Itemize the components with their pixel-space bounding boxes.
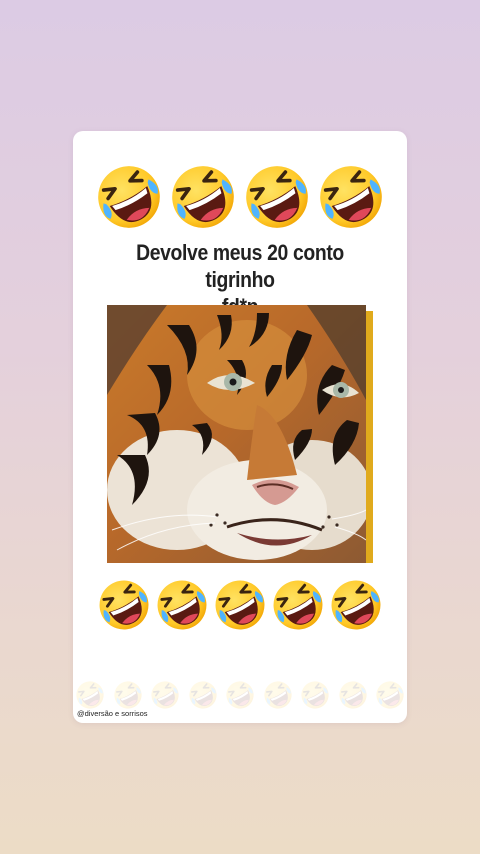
- bottom-emoji-row: [73, 578, 407, 632]
- tiger-face-image: [107, 305, 366, 563]
- rolling-laughing-emoji-icon: [243, 163, 311, 231]
- watermark-handle: @diversão e sorrisos: [77, 709, 148, 718]
- rolling-laughing-emoji-icon: [97, 578, 151, 632]
- faded-emoji-icon: [375, 680, 405, 710]
- rolling-laughing-emoji-icon: [213, 578, 267, 632]
- faded-emoji-icon: [263, 680, 293, 710]
- faded-emoji-icon: [300, 680, 330, 710]
- tiger-photo-frame: [107, 305, 373, 563]
- faint-emoji-row: [73, 680, 407, 710]
- rolling-laughing-emoji-icon: [155, 578, 209, 632]
- faded-emoji-icon: [75, 680, 105, 710]
- faded-emoji-icon: [188, 680, 218, 710]
- faded-emoji-icon: [113, 680, 143, 710]
- meme-card: Devolve meus 20 conto tigrinho fd*p: [73, 131, 407, 723]
- caption-line-1: Devolve meus 20 conto tigrinho: [136, 240, 344, 292]
- rolling-laughing-emoji-icon: [95, 163, 163, 231]
- rolling-laughing-emoji-icon: [271, 578, 325, 632]
- faded-emoji-icon: [338, 680, 368, 710]
- photo-accent-bar: [365, 311, 373, 563]
- faded-emoji-icon: [225, 680, 255, 710]
- faded-emoji-icon: [150, 680, 180, 710]
- rolling-laughing-emoji-icon: [329, 578, 383, 632]
- top-emoji-row: [73, 163, 407, 231]
- rolling-laughing-emoji-icon: [317, 163, 385, 231]
- rolling-laughing-emoji-icon: [169, 163, 237, 231]
